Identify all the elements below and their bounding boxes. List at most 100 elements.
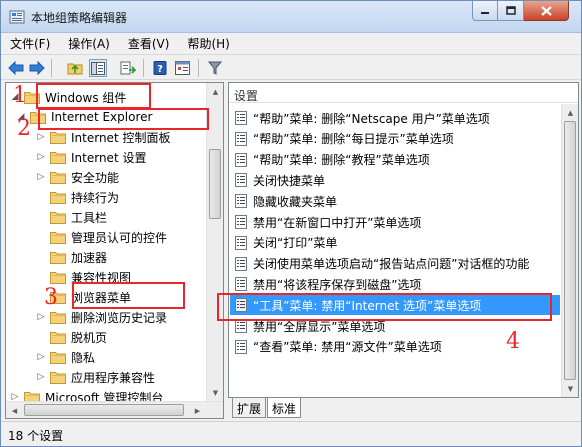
folder-icon (50, 372, 66, 384)
menu-help[interactable]: 帮助(H) (178, 33, 238, 52)
tree-item-label: Internet 设置 (71, 150, 147, 165)
collapsed-arrow-icon[interactable] (36, 232, 46, 242)
close-button[interactable] (524, 1, 569, 21)
annotation-number-1: 1 (13, 83, 27, 108)
tree-item[interactable]: 加速器 (36, 247, 107, 267)
tree-item[interactable]: 脱机页 (36, 327, 107, 347)
setting-row[interactable]: “帮助”菜单: 删除“每日提示”菜单选项 (230, 129, 560, 149)
folder-icon (50, 312, 66, 324)
settings-list: 设置 “帮助”菜单: 删除“Netscape 用户”菜单选项 “帮助”菜单: 删除… (228, 82, 579, 398)
tree-item[interactable]: 持续行为 (36, 187, 119, 207)
tree-item[interactable]: ▷ 应用程序兼容性 (36, 367, 155, 387)
folder-icon (50, 212, 66, 224)
forward-button[interactable] (28, 59, 46, 77)
scroll-left-arrow-icon[interactable]: ◀ (6, 402, 23, 418)
annotation-box-2 (38, 108, 209, 130)
tree-item[interactable]: 工具栏 (36, 207, 107, 227)
annotation-box-1 (36, 83, 151, 109)
tree-item-label: 工具栏 (71, 210, 108, 225)
tree-item[interactable]: 管理员认可的控件 (36, 227, 167, 247)
menu-file[interactable]: 文件(F) (1, 33, 59, 52)
collapsed-arrow-icon[interactable]: ▷ (36, 172, 46, 182)
setting-row[interactable]: 禁用“在新窗口中打开”菜单选项 (230, 212, 560, 232)
collapsed-arrow-icon[interactable] (36, 212, 46, 222)
collapsed-arrow-icon[interactable]: ▷ (36, 352, 46, 362)
window-title: 本地组策略编辑器 (31, 11, 128, 25)
folder-icon (50, 132, 66, 144)
folder-icon (50, 272, 66, 284)
tree-item-label: 应用程序兼容性 (71, 370, 156, 385)
setting-row[interactable]: “帮助”菜单: 删除“教程”菜单选项 (230, 150, 560, 170)
toolbar-separator (198, 59, 199, 77)
back-button[interactable] (7, 59, 25, 77)
svg-text:?: ? (157, 64, 163, 75)
collapsed-arrow-icon[interactable] (36, 192, 46, 202)
collapsed-arrow-icon[interactable]: ▷ (36, 372, 46, 382)
setting-row[interactable]: “帮助”菜单: 删除“Netscape 用户”菜单选项 (230, 108, 560, 128)
policy-setting-icon (235, 152, 247, 167)
annotation-box-4 (217, 293, 552, 321)
list-vertical-scrollbar[interactable]: ▲ ▼ (561, 104, 578, 397)
setting-row[interactable]: 关闭快捷菜单 (230, 170, 560, 190)
navigation-tree: ◢ Windows 组件 ◢ Internet Explorer ▷ Internet 控… (5, 82, 224, 419)
scroll-down-arrow-icon[interactable]: ▼ (562, 380, 578, 397)
properties-button[interactable] (173, 59, 191, 77)
help-button[interactable]: ? (151, 59, 169, 77)
setting-row[interactable]: 禁用“将该程序保存到磁盘”选项 (230, 274, 560, 294)
tree-item[interactable]: ▷ Internet 设置 (36, 147, 147, 167)
minimize-button[interactable] (472, 1, 498, 21)
tree-item[interactable]: ▷ 隐私 (36, 347, 95, 367)
tree-vertical-scrollbar[interactable]: ▲ ▼ (206, 83, 223, 401)
menu-bar: 文件(F) 操作(A) 查看(V) 帮助(H) (1, 33, 581, 52)
collapsed-arrow-icon[interactable] (36, 252, 46, 262)
filter-button[interactable] (206, 59, 224, 77)
export-list-button[interactable] (119, 59, 137, 77)
collapsed-arrow-icon[interactable] (36, 332, 46, 342)
gpedit-window: 本地组策略编辑器 文件(F) 操作(A) 查看(V) 帮助(H) ? ◢ Win… (0, 0, 582, 447)
setting-label: 关闭快捷菜单 (253, 173, 326, 188)
maximize-icon (505, 6, 516, 15)
collapsed-arrow-icon[interactable] (36, 272, 46, 282)
setting-label: 关闭“打印”菜单 (253, 236, 338, 251)
tree-vertical-scroll-thumb[interactable] (209, 149, 221, 219)
tree-item[interactable]: ▷ 安全功能 (36, 167, 119, 187)
status-bar: 18 个设置 (1, 421, 581, 446)
tree-horizontal-scrollbar[interactable]: ◀ ▶ (6, 401, 223, 418)
policy-setting-icon (235, 194, 247, 209)
properties-icon (174, 61, 190, 75)
tab-extended[interactable]: 扩展 (232, 398, 267, 418)
up-level-button[interactable] (66, 59, 84, 77)
scroll-up-arrow-icon[interactable]: ▲ (207, 83, 223, 100)
collapsed-arrow-icon[interactable]: ▷ (36, 132, 46, 142)
title-bar: 本地组策略编辑器 (1, 1, 581, 33)
maximize-button[interactable] (498, 1, 524, 21)
tab-standard[interactable]: 标准 (267, 398, 302, 418)
setting-row[interactable]: 关闭使用菜单选项启动“报告站点问题”对话框的功能 (230, 254, 560, 274)
scroll-down-arrow-icon[interactable]: ▼ (207, 384, 223, 401)
menu-view[interactable]: 查看(V) (119, 33, 179, 52)
tree-item-label: 隐私 (71, 350, 96, 365)
setting-label: 关闭使用菜单选项启动“报告站点问题”对话框的功能 (253, 257, 530, 272)
tree-item[interactable]: ▷ Internet 控制面板 (36, 127, 171, 147)
view-tabs: 扩展 标准 (228, 398, 579, 419)
menu-action[interactable]: 操作(A) (59, 33, 119, 52)
setting-row[interactable]: 隐藏收藏夹菜单 (230, 191, 560, 211)
annotation-number-2: 2 (17, 116, 31, 141)
setting-label: “帮助”菜单: 删除“教程”菜单选项 (253, 153, 430, 168)
tree-horizontal-scroll-thumb[interactable] (24, 404, 184, 416)
back-arrow-icon (8, 61, 24, 75)
tree-item[interactable]: ▷ 删除浏览历史记录 (36, 307, 167, 327)
scroll-right-arrow-icon[interactable]: ▶ (189, 402, 206, 418)
gpedit-app-icon (9, 10, 25, 24)
collapsed-arrow-icon[interactable]: ▷ (36, 152, 46, 162)
show-hide-tree-button[interactable] (89, 59, 107, 77)
policy-setting-icon (235, 131, 247, 146)
policy-setting-icon (235, 173, 247, 188)
setting-row[interactable]: 关闭“打印”菜单 (230, 233, 560, 253)
collapsed-arrow-icon[interactable]: ▷ (36, 312, 46, 322)
setting-label: “帮助”菜单: 删除“每日提示”菜单选项 (253, 132, 454, 147)
column-header-setting[interactable]: 设置 (229, 83, 578, 103)
scroll-up-arrow-icon[interactable]: ▲ (562, 104, 578, 121)
filter-icon (208, 61, 222, 75)
list-vertical-scroll-thumb[interactable] (564, 121, 576, 380)
